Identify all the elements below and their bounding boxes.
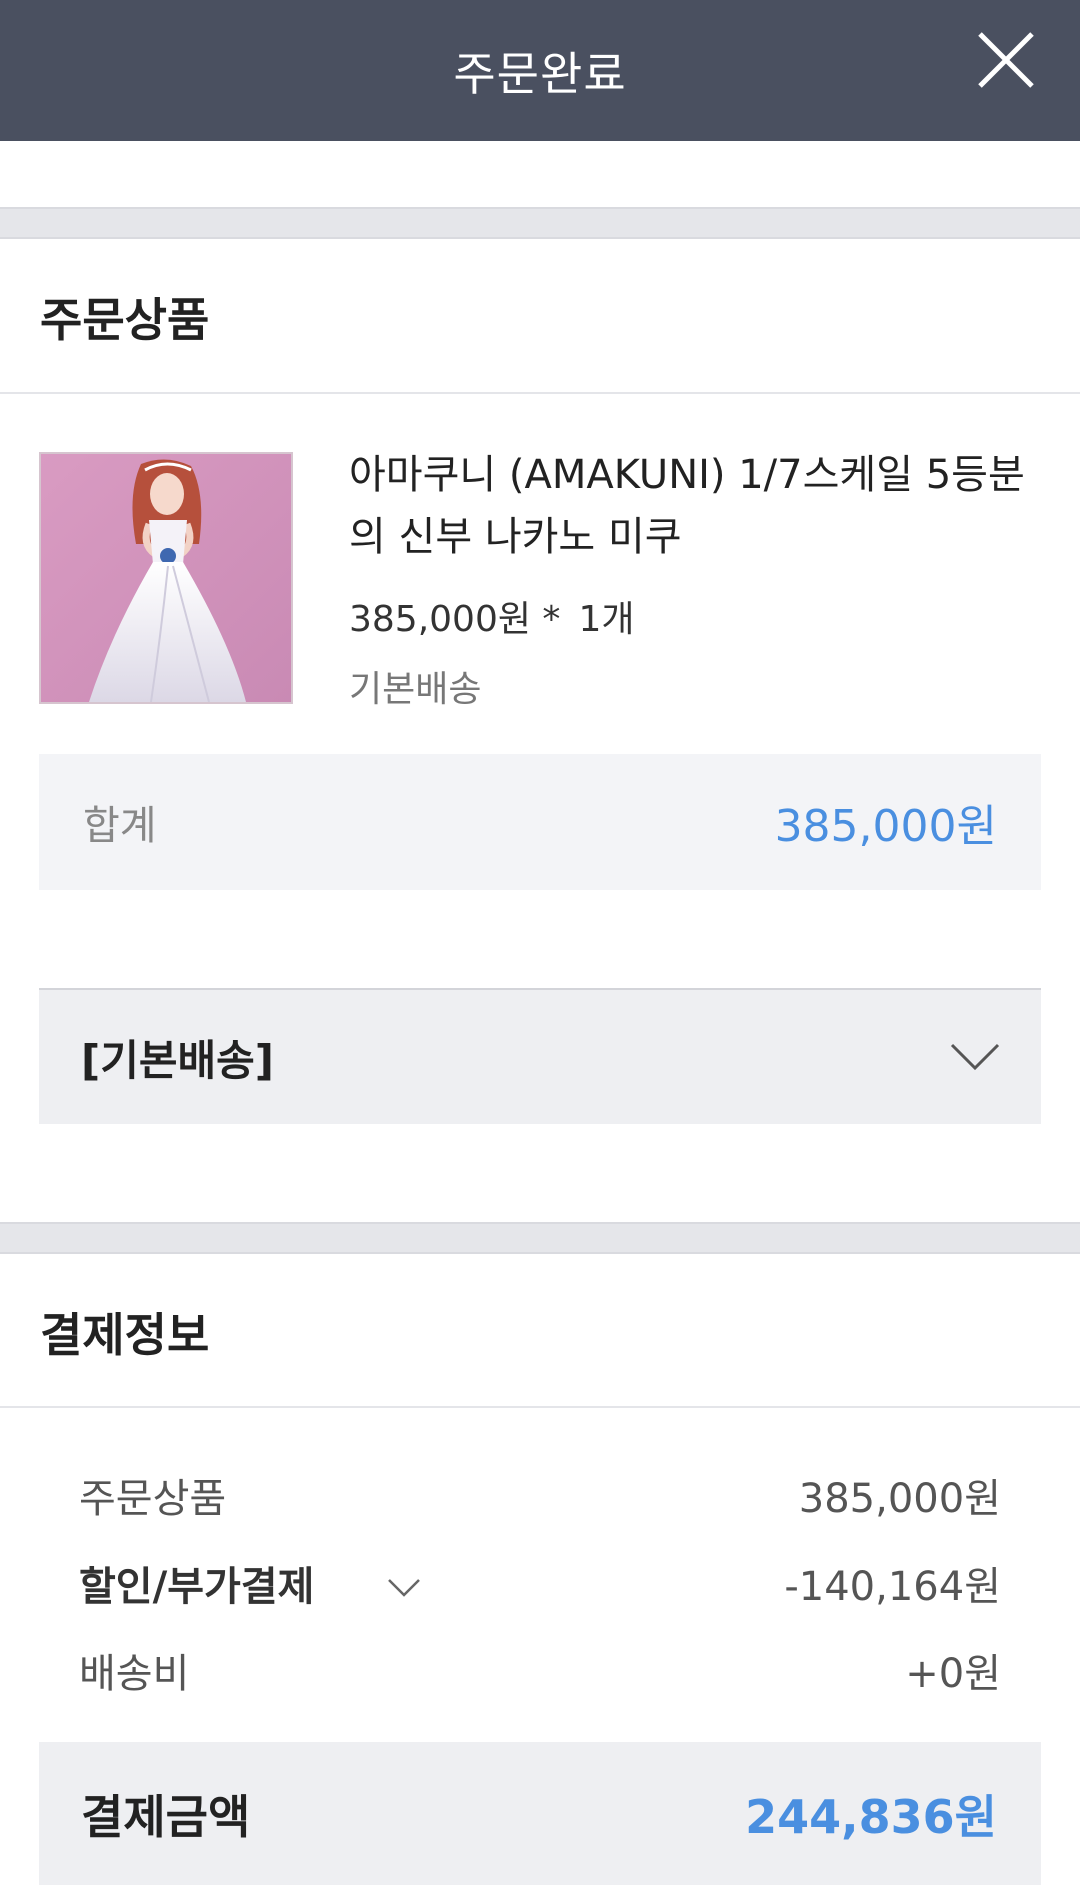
final-payment-value: 244,836원 <box>745 1789 997 1844</box>
product-image[interactable] <box>39 452 293 704</box>
payment-row-value: -140,164원 <box>784 1564 1001 1610</box>
divider <box>0 1406 1080 1408</box>
order-section-title: 주문상품 <box>40 293 210 347</box>
total-value: 385,000원 <box>774 801 997 852</box>
close-icon[interactable] <box>976 30 1036 90</box>
payment-row-label: 주문상품 <box>79 1476 227 1522</box>
section-separator <box>0 207 1080 239</box>
product-price: 385,000원 * 1개 <box>349 590 634 642</box>
chevron-down-icon <box>388 1579 421 1597</box>
order-total: 합계 385,000원 <box>39 754 1041 890</box>
unit-price: 385,000원 * <box>349 599 561 640</box>
payment-row-label: 배송비 <box>79 1651 190 1697</box>
payment-row-products: 주문상품 385,000원 <box>79 1466 1001 1524</box>
discount-expand-button[interactable] <box>386 1563 426 1603</box>
top-bar: 주문완료 <box>0 0 1080 141</box>
product-name[interactable]: 아마쿠니 (AMAKUNI) 1/7스케일 5등분의 신부 나카노 미쿠 <box>349 444 1049 568</box>
shipping-group-label: [기본배송] <box>81 1035 274 1085</box>
payment-row-value: +0원 <box>905 1651 1001 1697</box>
payment-row-shipping: 배송비 +0원 <box>79 1641 1001 1699</box>
total-label: 합계 <box>83 803 157 849</box>
shipping-type: 기본배송 <box>349 669 482 710</box>
payment-row-label: 할인/부가결제 <box>79 1564 315 1610</box>
final-payment: 결제금액 244,836원 <box>39 1742 1041 1885</box>
payment-row-discount: 할인/부가결제 -140,164원 <box>79 1554 1001 1612</box>
shipping-group-toggle[interactable]: [기본배송] <box>39 988 1041 1124</box>
quantity: 1개 <box>578 599 635 640</box>
chevron-down-icon <box>950 1043 1000 1071</box>
divider <box>0 392 1080 394</box>
page-title: 주문완료 <box>453 46 627 101</box>
final-payment-label: 결제금액 <box>81 1789 251 1844</box>
payment-row-value: 385,000원 <box>798 1476 1001 1522</box>
payment-section-title: 결제정보 <box>40 1308 210 1362</box>
section-separator <box>0 1222 1080 1254</box>
